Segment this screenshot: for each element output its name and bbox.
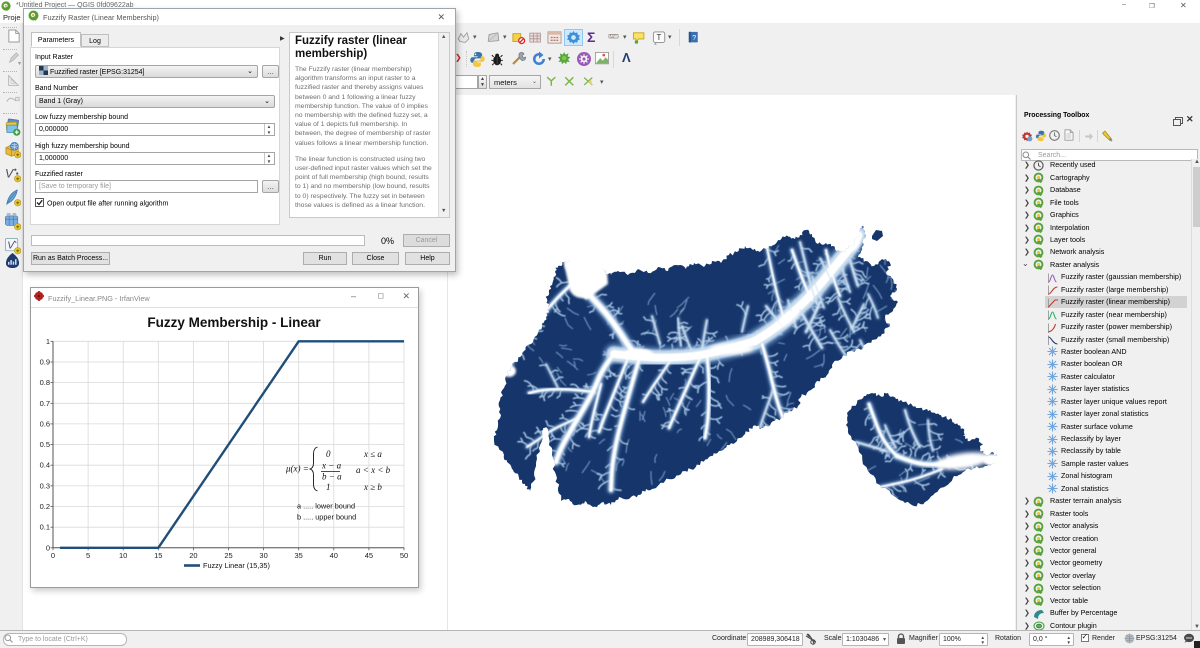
svg-text:0.9: 0.9 xyxy=(40,358,50,367)
svg-text:15: 15 xyxy=(154,551,162,560)
svg-text:40: 40 xyxy=(330,551,338,560)
svg-text:0: 0 xyxy=(46,543,50,552)
svg-text:a < x < b: a < x < b xyxy=(356,465,391,475)
svg-text:0.2: 0.2 xyxy=(40,502,50,511)
svg-text:T: T xyxy=(656,33,661,42)
svg-text:b − a: b − a xyxy=(322,472,342,482)
svg-text:x − a: x − a xyxy=(321,461,342,471)
svg-text:Fuzzy Linear (15,35): Fuzzy Linear (15,35) xyxy=(203,561,270,570)
svg-text:0.4: 0.4 xyxy=(40,461,50,470)
svg-text:b ..... upper bound: b ..... upper bound xyxy=(297,513,356,522)
svg-text:μ(x) =: μ(x) = xyxy=(285,464,309,474)
svg-text:V: V xyxy=(7,240,15,251)
svg-text:x ≥ b: x ≥ b xyxy=(363,482,382,492)
svg-text:35: 35 xyxy=(295,551,303,560)
svg-text:0.8: 0.8 xyxy=(40,378,50,387)
svg-text:V: V xyxy=(5,166,15,180)
svg-text:?: ? xyxy=(692,33,696,42)
svg-text:0: 0 xyxy=(326,449,331,459)
svg-text:a ..... lower bound: a ..... lower bound xyxy=(297,502,355,511)
svg-text:x ≤ a: x ≤ a xyxy=(363,449,382,459)
svg-text:0.5: 0.5 xyxy=(40,440,50,449)
svg-text:1: 1 xyxy=(326,482,331,492)
svg-text:45: 45 xyxy=(365,551,373,560)
svg-text:30: 30 xyxy=(259,551,267,560)
svg-text:0.1: 0.1 xyxy=(40,523,50,532)
svg-text:20: 20 xyxy=(189,551,197,560)
svg-text:0.6: 0.6 xyxy=(40,419,50,428)
svg-text:25: 25 xyxy=(224,551,232,560)
svg-text:0: 0 xyxy=(51,551,55,560)
svg-text:5: 5 xyxy=(86,551,90,560)
svg-text:0.7: 0.7 xyxy=(40,399,50,408)
svg-text:1: 1 xyxy=(46,337,50,346)
svg-text:50: 50 xyxy=(400,551,408,560)
svg-text:10: 10 xyxy=(119,551,127,560)
svg-text:Fuzzy Membership - Linear: Fuzzy Membership - Linear xyxy=(147,315,321,330)
svg-text:0.3: 0.3 xyxy=(40,481,50,490)
